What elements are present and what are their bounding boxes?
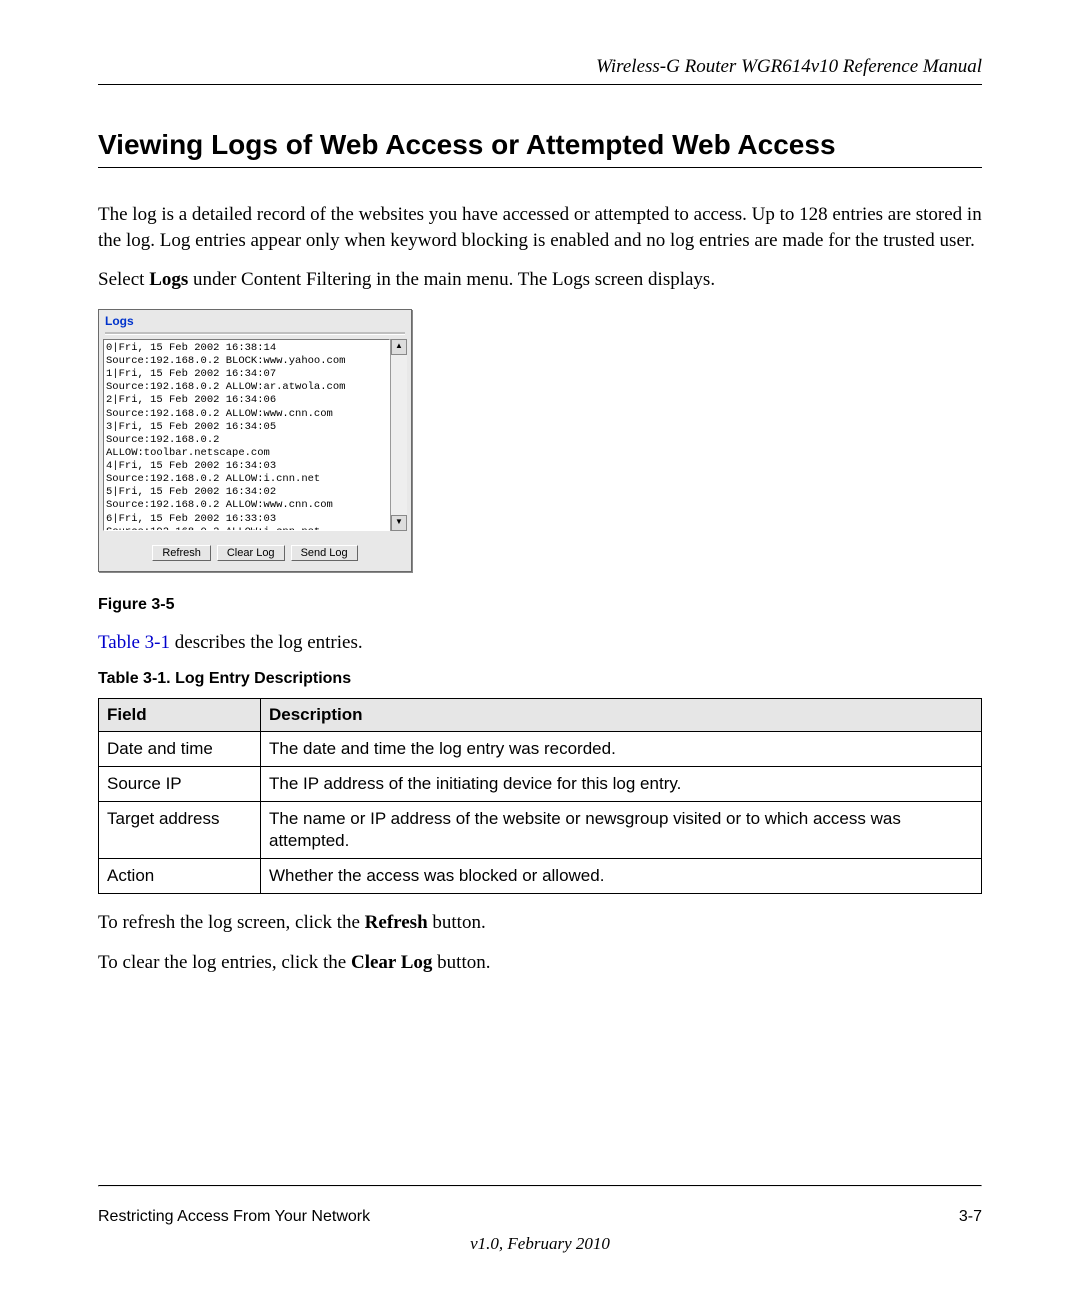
footer-version: v1.0, February 2010 (0, 1234, 1080, 1254)
refresh-button[interactable]: Refresh (152, 545, 211, 561)
logs-list-container: 0|Fri, 15 Feb 2002 16:38:14 Source:192.1… (103, 339, 407, 531)
text-fragment: To refresh the log screen, click the (98, 912, 365, 933)
table-row: Date and time The date and time the log … (99, 731, 982, 766)
logs-panel-title: Logs (99, 310, 411, 330)
scroll-up-icon[interactable]: ▲ (391, 339, 407, 355)
logs-button-row: Refresh Clear Log Send Log (99, 531, 411, 571)
table-cell-field: Source IP (99, 766, 261, 801)
clear-instruction: To clear the log entries, click the Clea… (98, 950, 982, 976)
logs-screenshot: Logs 0|Fri, 15 Feb 2002 16:38:14 Source:… (98, 309, 412, 572)
table-header-field: Field (99, 698, 261, 731)
text-fragment: To clear the log entries, click the (98, 952, 351, 973)
section-title: Viewing Logs of Web Access or Attempted … (98, 129, 982, 161)
table-row: Source IP The IP address of the initiati… (99, 766, 982, 801)
figure-caption: Figure 3-5 (98, 596, 982, 614)
scrollbar[interactable]: ▲ ▼ (390, 339, 407, 531)
logs-separator (105, 332, 405, 335)
table-row: Action Whether the access was blocked or… (99, 858, 982, 893)
scroll-down-icon[interactable]: ▼ (391, 515, 407, 531)
refresh-keyword: Refresh (365, 912, 428, 933)
clear-log-keyword: Clear Log (351, 952, 432, 973)
send-log-button[interactable]: Send Log (291, 545, 358, 561)
table-cell-desc: The name or IP address of the website or… (261, 801, 982, 858)
table-reference-sentence: Table 3-1 describes the log entries. (98, 630, 982, 656)
table-cell-field: Date and time (99, 731, 261, 766)
running-head: Wireless-G Router WGR614v10 Reference Ma… (98, 56, 982, 84)
title-rule (98, 167, 982, 168)
refresh-instruction: To refresh the log screen, click the Ref… (98, 910, 982, 936)
footer-page-number: 3-7 (959, 1208, 982, 1226)
table-cell-desc: The IP address of the initiating device … (261, 766, 982, 801)
text-fragment: under Content Filtering in the main menu… (188, 269, 715, 290)
footer-chapter: Restricting Access From Your Network (98, 1208, 370, 1226)
table-header-description: Description (261, 698, 982, 731)
text-fragment: button. (432, 952, 490, 973)
table-cell-field: Action (99, 858, 261, 893)
clear-log-button[interactable]: Clear Log (217, 545, 285, 561)
table-cell-desc: The date and time the log entry was reco… (261, 731, 982, 766)
text-fragment: Select (98, 269, 149, 290)
footer-rule (98, 1185, 982, 1187)
table-cell-field: Target address (99, 801, 261, 858)
table-3-1-link[interactable]: Table 3-1 (98, 632, 170, 653)
log-entry-descriptions-table: Field Description Date and time The date… (98, 698, 982, 894)
table-row: Target address The name or IP address of… (99, 801, 982, 858)
footer-row: Restricting Access From Your Network 3-7 (98, 1208, 982, 1226)
text-fragment: describes the log entries. (170, 632, 363, 653)
logs-keyword: Logs (149, 269, 188, 290)
text-fragment: button. (428, 912, 486, 933)
logs-text-area[interactable]: 0|Fri, 15 Feb 2002 16:38:14 Source:192.1… (103, 339, 390, 531)
intro-paragraph-1: The log is a detailed record of the webs… (98, 202, 982, 253)
table-caption: Table 3-1. Log Entry Descriptions (98, 670, 982, 688)
header-rule (98, 84, 982, 85)
intro-paragraph-2: Select Logs under Content Filtering in t… (98, 267, 982, 293)
table-cell-desc: Whether the access was blocked or allowe… (261, 858, 982, 893)
